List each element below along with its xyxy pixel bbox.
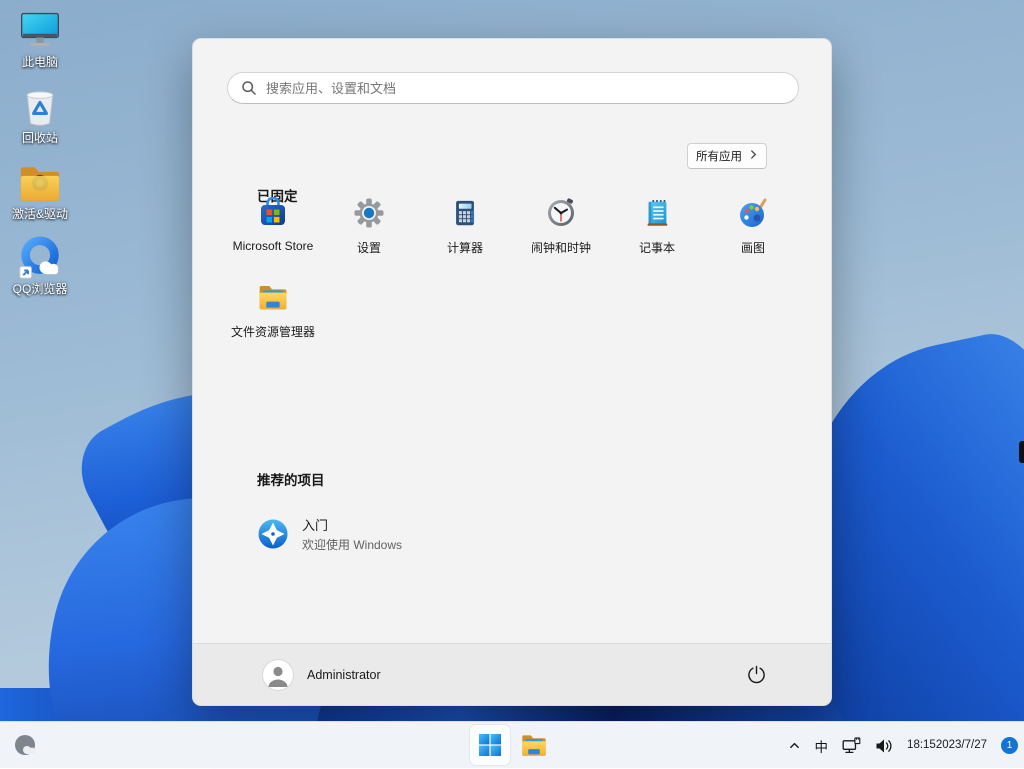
desktop-icon-qq-browser[interactable]: QQ浏览器 <box>2 235 78 297</box>
ime-indicator[interactable]: 中 <box>808 728 836 764</box>
pinned-app-label: 文件资源管理器 <box>231 323 315 340</box>
recommended-item-subtitle: 欢迎使用 Windows <box>302 536 402 553</box>
chevron-right-icon <box>749 150 758 162</box>
search-input[interactable] <box>227 72 799 104</box>
user-name: Administrator <box>307 668 381 682</box>
microsoft-store-icon <box>257 195 289 231</box>
all-apps-label: 所有应用 <box>696 148 742 164</box>
taskbar: 中 18:1 <box>0 721 1024 768</box>
file-explorer-icon <box>520 731 548 759</box>
pinned-app-microsoft-store[interactable]: Microsoft Store <box>225 185 321 269</box>
power-icon <box>747 665 766 684</box>
desktop-icon-label: 回收站 <box>22 132 58 146</box>
notepad-icon <box>642 195 672 231</box>
avatar <box>263 660 293 690</box>
windows-logo-icon <box>478 733 502 757</box>
pinned-app-label: 画图 <box>741 239 765 256</box>
chevron-up-icon <box>788 739 801 752</box>
pinned-app-label: Microsoft Store <box>233 239 314 253</box>
desktop-icon-label: QQ浏览器 <box>13 283 68 297</box>
tray-show-hidden-icons-button[interactable] <box>781 728 808 764</box>
pinned-app-label: 设置 <box>357 239 381 256</box>
taskbar-file-explorer-button[interactable] <box>514 725 554 765</box>
pinned-app-alarms-clock[interactable]: 闹钟和时钟 <box>513 185 609 269</box>
get-started-icon <box>257 518 289 550</box>
paint-palette-icon <box>737 195 769 231</box>
pinned-app-settings[interactable]: 设置 <box>321 185 417 269</box>
start-button[interactable] <box>470 725 510 765</box>
widgets-weather-button[interactable] <box>8 728 44 764</box>
recycle-bin-icon <box>17 84 63 130</box>
settings-gear-icon <box>353 195 385 231</box>
start-menu-user-bar: Administrator <box>193 643 831 705</box>
desktop-icon-recycle-bin[interactable]: 回收站 <box>2 84 78 146</box>
pinned-app-label: 记事本 <box>639 239 675 256</box>
desktop-icon-this-pc[interactable]: 此电脑 <box>2 8 78 70</box>
alarm-clock-icon <box>545 195 577 231</box>
recommended-section-header: 推荐的项目 <box>257 469 325 489</box>
volume-button[interactable] <box>868 728 900 764</box>
clock-time: 18:15 <box>907 738 936 753</box>
pinned-apps-grid: Microsoft Store <box>225 185 801 353</box>
calculator-icon <box>450 195 480 231</box>
file-explorer-icon <box>257 279 289 315</box>
recommended-item-get-started[interactable]: 入门 欢迎使用 Windows <box>241 505 521 563</box>
pinned-app-label: 计算器 <box>447 239 483 256</box>
weather-cloud-icon <box>13 733 39 759</box>
all-apps-button[interactable]: 所有应用 <box>687 143 767 169</box>
pinned-app-calculator[interactable]: 计算器 <box>417 185 513 269</box>
pinned-app-label: 闹钟和时钟 <box>531 239 591 256</box>
power-button[interactable] <box>737 656 775 694</box>
speaker-icon <box>875 738 893 754</box>
folder-icon <box>17 160 63 206</box>
edge-flyout-handle[interactable] <box>1019 441 1024 463</box>
start-menu: 已固定 所有应用 Microsoft Store <box>192 38 832 706</box>
ethernet-network-icon <box>842 737 861 754</box>
clock-date: 2023/7/27 <box>936 738 987 753</box>
recommended-item-title: 入门 <box>302 515 402 534</box>
user-account-button[interactable]: Administrator <box>257 654 393 696</box>
pinned-app-paint[interactable]: 画图 <box>705 185 801 269</box>
desktop-icon-drivers-folder[interactable]: 激活&驱动 <box>2 160 78 222</box>
clock-date-button[interactable]: 18:15 2023/7/27 <box>900 728 994 764</box>
pinned-app-notepad[interactable]: 记事本 <box>609 185 705 269</box>
qq-browser-icon <box>17 235 63 281</box>
this-pc-icon <box>17 8 63 54</box>
pinned-app-file-explorer[interactable]: 文件资源管理器 <box>225 269 321 353</box>
network-button[interactable] <box>835 728 868 764</box>
notification-count-badge[interactable]: 1 <box>1001 737 1018 754</box>
desktop-icon-label: 激活&驱动 <box>12 208 68 222</box>
desktop-icon-label: 此电脑 <box>22 56 58 70</box>
desktop-icon-column: 此电脑 回收站 激活&驱动 <box>2 8 78 311</box>
